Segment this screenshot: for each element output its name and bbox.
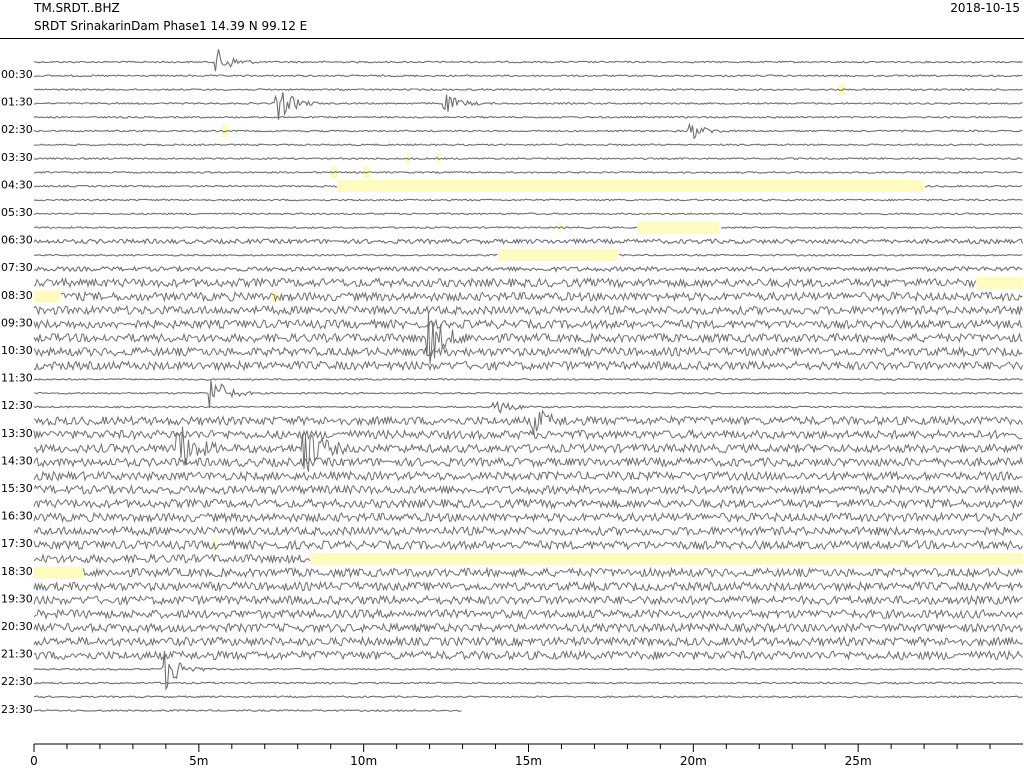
row-label-0730: 07:30 (1, 261, 33, 274)
trace-row-24 (34, 380, 1023, 408)
trace-row-37 (83, 566, 1023, 579)
data-gap-8 (637, 221, 720, 234)
row-label-1030: 10:30 (1, 344, 33, 357)
trace-row-18 (33, 304, 1023, 317)
trace-row-17 (60, 290, 1023, 303)
x-tick-label: 10m (350, 754, 377, 768)
trace-row-22 (33, 359, 1023, 372)
trace-row-4 (33, 115, 1023, 119)
row-label-2130: 21:30 (1, 648, 33, 661)
trace-row-3 (33, 91, 1023, 120)
trace-row-6 (33, 143, 1023, 147)
trace-row-20 (33, 313, 1023, 365)
row-label-1230: 12:30 (1, 399, 33, 412)
x-tick-label: 0 (30, 754, 38, 768)
trace-row-10 (33, 198, 1023, 202)
data-gap-11 (976, 276, 1023, 289)
trace-row-47 (33, 709, 462, 713)
row-label-0830: 08:30 (1, 289, 33, 302)
trace-row-25 (33, 400, 1023, 414)
helicorder-plot: 00:30 01:30 02:30 03:30 04:30 05:30 06:30 07:30… (1, 49, 1024, 768)
trace-row-1 (33, 74, 1023, 78)
time-axis: 0 5m 10m 15m 20m 25m (30, 743, 1023, 768)
trace-row-16 (33, 276, 977, 289)
data-gap-15 (310, 552, 1023, 565)
row-label-1330: 13:30 (1, 427, 33, 440)
trace-row-12 (33, 225, 1023, 230)
trace-row-45 (33, 681, 1023, 685)
trace-row-29 (33, 456, 1023, 469)
row-label-layer: 00:30 01:30 02:30 03:30 04:30 05:30 06:30 07:30… (1, 68, 33, 716)
trace-row-15 (33, 265, 1023, 273)
trace-row-43 (33, 649, 1023, 662)
row-label-0230: 02:30 (1, 123, 33, 136)
trace-row-7 (33, 157, 1023, 161)
trace-row-41 (33, 621, 1023, 634)
trace-row-35 (33, 538, 1023, 551)
trace-row-23 (33, 377, 1023, 381)
row-label-0330: 03:30 (1, 151, 33, 164)
x-tick-label: 25m (845, 754, 872, 768)
data-gap-12 (34, 290, 61, 303)
trace-row-11 (33, 212, 1023, 216)
trace-row-46 (33, 695, 1023, 699)
data-gap-10 (601, 249, 605, 262)
row-label-1830: 18:30 (1, 565, 33, 578)
row-label-1730: 17:30 (1, 537, 33, 550)
x-tick-label: 20m (680, 754, 707, 768)
data-gap-9 (498, 249, 618, 262)
trace-row-19 (33, 318, 1023, 331)
row-label-0630: 06:30 (1, 234, 33, 247)
row-label-0030: 00:30 (1, 68, 33, 81)
data-gap-16 (34, 566, 84, 579)
row-label-2030: 20:30 (1, 620, 33, 633)
row-label-1530: 15:30 (1, 482, 33, 495)
trace-row-36 (33, 553, 311, 565)
row-label-1930: 19:30 (1, 592, 33, 605)
trace-row-32 (33, 497, 1023, 510)
x-tick-label: 5m (189, 754, 208, 768)
trace-layer (33, 49, 1024, 713)
x-tick-label: 15m (515, 754, 542, 768)
trace-row-31 (33, 483, 1023, 496)
trace-row-0 (33, 49, 1023, 72)
data-gap-6 (337, 180, 925, 193)
row-label-2230: 22:30 (1, 675, 33, 688)
row-label-1130: 11:30 (1, 372, 33, 385)
row-label-1430: 14:30 (1, 454, 33, 467)
trace-row-33 (33, 511, 1023, 524)
trace-row-40 (33, 608, 1023, 620)
row-label-2330: 23:30 (1, 703, 33, 716)
row-label-1630: 16:30 (1, 510, 33, 523)
trace-row-13 (33, 237, 1024, 245)
trace-row-8 (33, 170, 1023, 174)
row-label-0430: 04:30 (1, 178, 33, 191)
row-label-0130: 01:30 (1, 96, 33, 109)
trace-row-34 (33, 525, 1023, 538)
trace-row-21 (33, 345, 1023, 358)
trace-row-5 (33, 122, 1023, 140)
trace-row-42 (33, 635, 1023, 648)
trace-row-2 (33, 88, 1023, 92)
trace-row-30 (33, 470, 1023, 482)
row-label-0530: 05:30 (1, 206, 33, 219)
row-label-0930: 09:30 (1, 316, 33, 329)
trace-row-39 (33, 594, 1023, 607)
trace-row-38 (33, 580, 1023, 593)
